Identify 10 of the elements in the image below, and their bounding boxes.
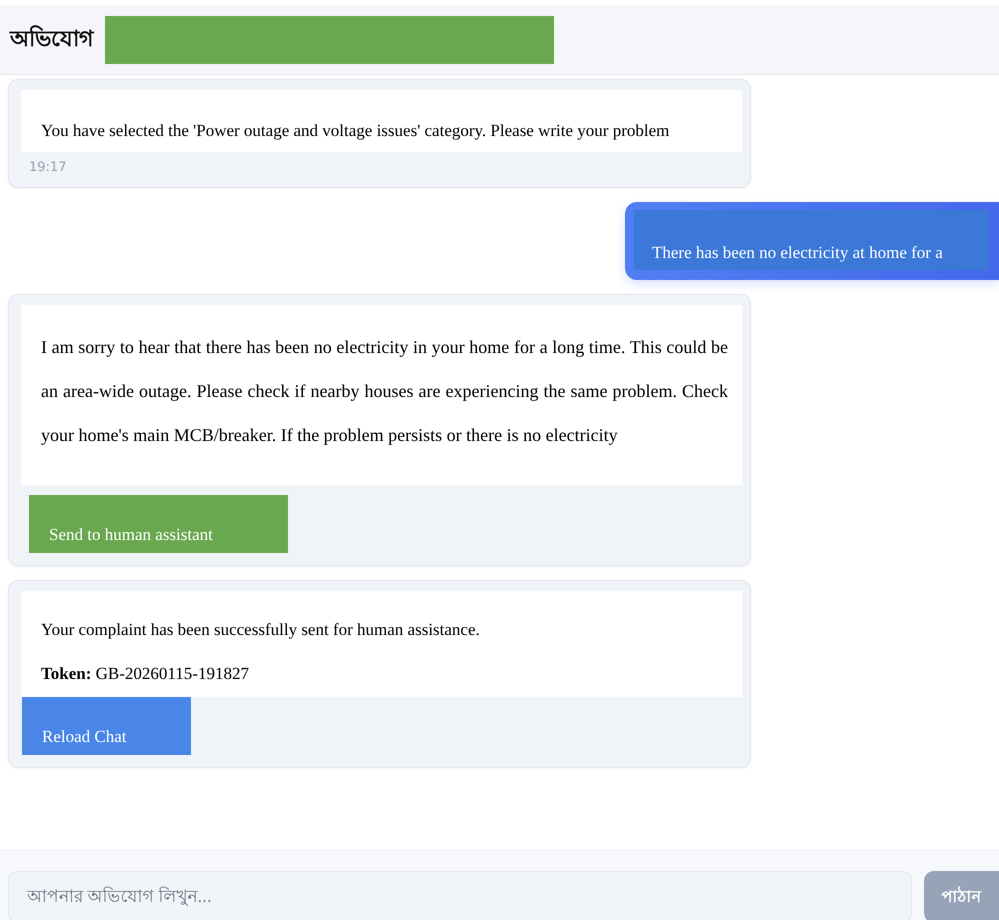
message-text: I am sorry to hear that there has been no electricity in your home for a long time. This could be an area-wide outage. Please check if nearby houses are experiencing the same problem. Check your home's main MCB/breaker. If the problem persists or there is no electricity: [41, 336, 728, 447]
action-button[interactable]: Reload Chat: [22, 697, 191, 755]
action-button[interactable]: Send to human assistant: [29, 495, 288, 553]
message-input[interactable]: আপনার অভিযোগ লিখুন...: [8, 871, 912, 920]
message-text: There has been no electricity at home for a: [652, 242, 944, 264]
message-text: Token: GB-20260115-191827: [41, 663, 250, 685]
message-time: 19:17: [29, 160, 68, 175]
message-text: Your complaint has been successfully sent for human assistance.: [41, 619, 481, 641]
header-title: অভিযোগ: [10, 24, 93, 54]
message-text: You have selected the 'Power outage and voltage issues' category. Please write your problem: [41, 120, 670, 142]
